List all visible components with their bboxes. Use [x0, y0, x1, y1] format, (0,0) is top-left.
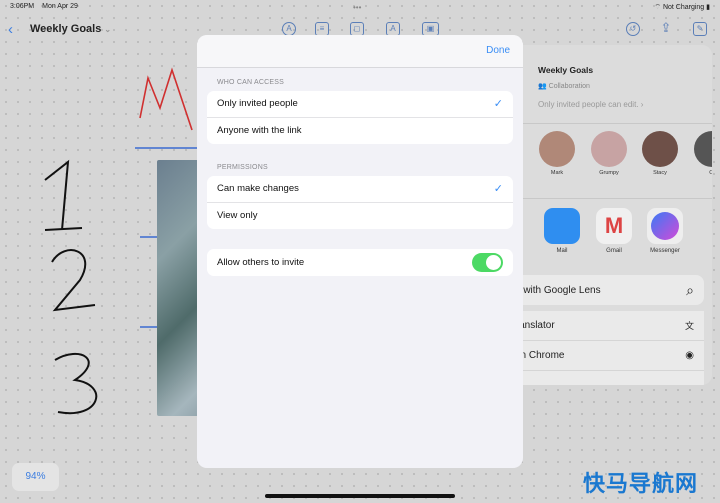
permission-summary-link[interactable]: Only invited people can edit. › — [538, 100, 643, 109]
app-mail[interactable]: Mail — [543, 208, 581, 254]
collaboration-icon: 👥 — [538, 83, 549, 90]
action-translator[interactable]: Translator 文 — [505, 311, 704, 341]
allow-others-invite-row: Allow others to invite — [207, 249, 513, 276]
gmail-icon: M — [596, 208, 632, 244]
mail-icon — [544, 208, 580, 244]
number-1 — [44, 159, 83, 231]
who-can-access-header: WHO CAN ACCESS — [217, 79, 284, 86]
checkmark-icon: ✓ — [493, 183, 503, 196]
avatar — [591, 131, 627, 167]
home-indicator[interactable] — [265, 494, 455, 498]
share-options-modal: Done WHO CAN ACCESS Only invited people ✓… — [197, 35, 523, 468]
person-grumpy[interactable]: Grumpy — [590, 131, 628, 176]
option-anyone-with-link[interactable]: Anyone with the link — [207, 118, 513, 145]
app-gmail[interactable]: M Gmail — [595, 208, 633, 254]
number-3 — [54, 352, 98, 415]
person-ol[interactable]: Ol — [693, 131, 712, 176]
checkmark-icon: ✓ — [493, 98, 503, 111]
person-stacy[interactable]: Stacy — [641, 131, 679, 176]
share-title: Weekly Goals — [538, 65, 594, 75]
share-sheet: Weekly Goals 👥 Collaboration Only invited… — [505, 45, 712, 385]
action-open-chrome[interactable]: n in Chrome ◉ — [505, 341, 704, 371]
option-only-invited[interactable]: Only invited people ✓ — [207, 91, 513, 118]
allow-invite-toggle[interactable] — [472, 252, 503, 272]
zoom-level-button[interactable]: 94% — [12, 463, 59, 491]
red-ink-stroke — [139, 67, 193, 131]
permissions-header: PERMISSIONS — [217, 164, 268, 171]
avatar — [539, 131, 575, 167]
action-more[interactable] — [505, 371, 704, 385]
chrome-icon: ◉ — [685, 350, 694, 361]
done-button[interactable]: Done — [486, 45, 510, 56]
app-messenger[interactable]: Messenger — [646, 208, 684, 254]
option-view-only[interactable]: View only — [207, 203, 513, 230]
messenger-icon — [647, 208, 683, 244]
access-options: Only invited people ✓ Anyone with the lin… — [207, 91, 513, 144]
option-can-make-changes[interactable]: Can make changes ✓ — [207, 176, 513, 203]
avatar — [694, 131, 712, 167]
avatar — [642, 131, 678, 167]
share-subtitle: Collaboration — [548, 83, 590, 90]
permission-options: Can make changes ✓ View only — [207, 176, 513, 229]
person-mark[interactable]: Mark — [538, 131, 576, 176]
search-icon: ⌕ — [686, 281, 694, 298]
invite-options: Allow others to invite — [207, 249, 513, 276]
translate-icon: 文 — [684, 321, 694, 331]
action-google-lens[interactable]: ch with Google Lens ⌕ — [505, 275, 704, 305]
number-2 — [51, 249, 96, 312]
watermark: 快马导航网 — [582, 471, 698, 496]
